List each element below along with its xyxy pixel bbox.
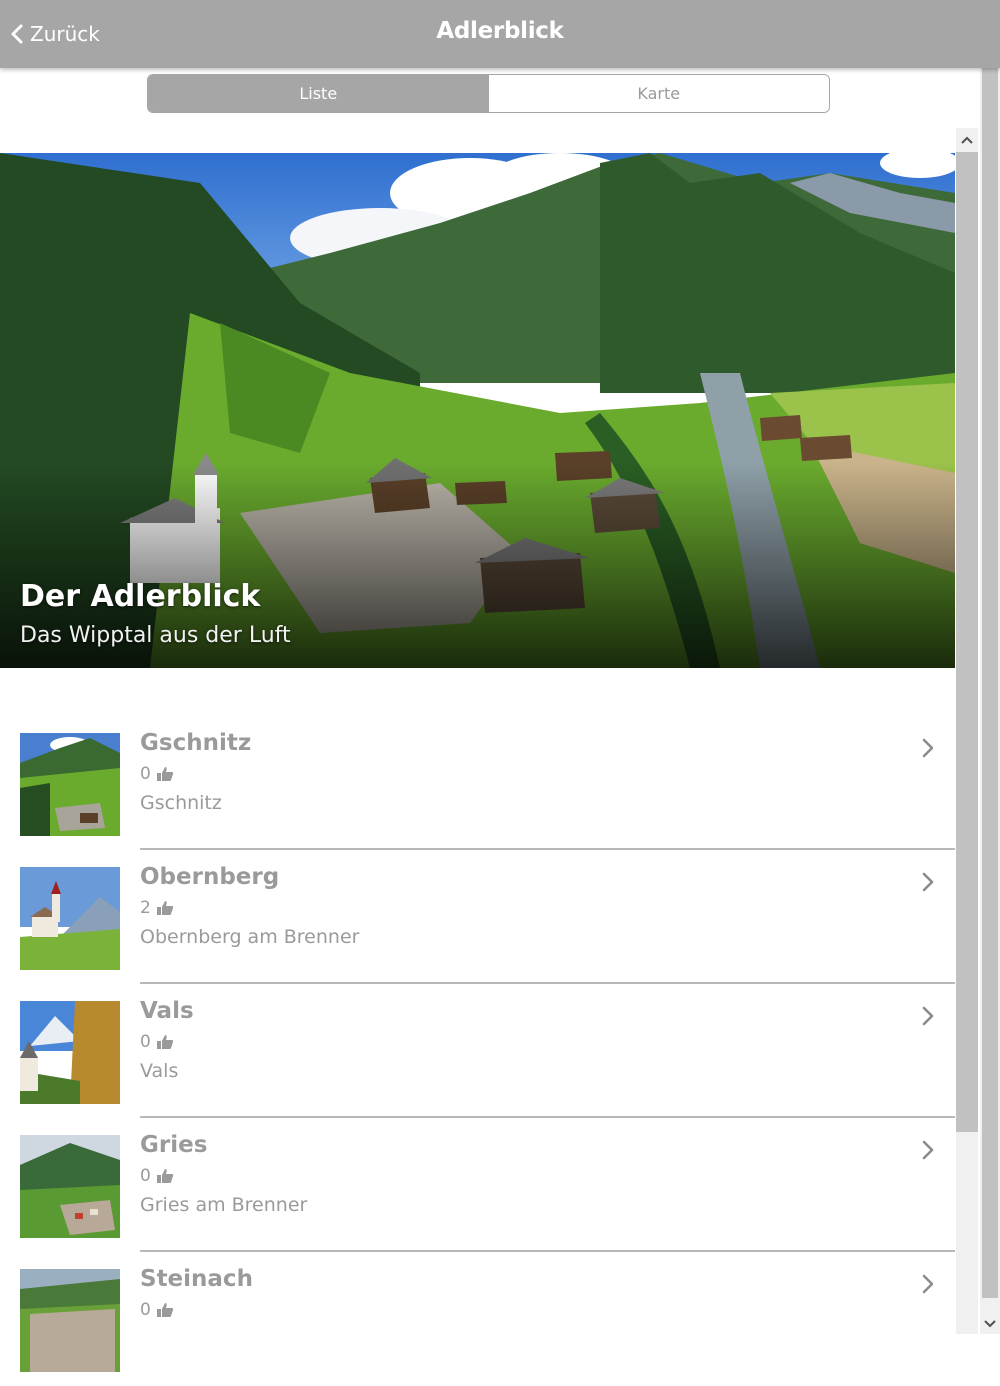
item-name: Gries xyxy=(140,1132,208,1158)
header-bar: Zurück Adlerblick xyxy=(0,0,1000,68)
chevron-right-icon xyxy=(922,1274,934,1294)
thumbnail-gschnitz xyxy=(20,733,120,836)
item-name: Steinach xyxy=(140,1266,253,1292)
item-place: Vals xyxy=(140,1060,179,1082)
thumbs-up-icon xyxy=(156,767,174,781)
chevron-down-icon xyxy=(984,1320,996,1328)
item-name: Gschnitz xyxy=(140,730,252,756)
like-count-value: 0 xyxy=(140,1032,151,1052)
item-place: Gschnitz xyxy=(140,792,222,814)
chevron-right-icon xyxy=(922,1140,934,1160)
item-place: Obernberg am Brenner xyxy=(140,926,360,948)
list-item-vals[interactable]: Vals 0 Vals xyxy=(0,984,955,1118)
like-count: 0 xyxy=(140,1032,174,1052)
thumbs-up-icon xyxy=(156,1303,174,1317)
thumbnail-steinach xyxy=(20,1269,120,1372)
like-count: 0 xyxy=(140,1300,174,1320)
chevron-right-icon xyxy=(922,1006,934,1026)
location-list: Gschnitz 0 Gschnitz Obernberg 2 Obernber… xyxy=(0,716,955,1386)
scroll-down-button[interactable] xyxy=(980,1314,1000,1334)
item-place: Gries am Brenner xyxy=(140,1194,308,1216)
tab-karte[interactable]: Karte xyxy=(488,75,829,112)
scrollbar-thumb[interactable] xyxy=(956,152,978,1132)
list-item-gschnitz[interactable]: Gschnitz 0 Gschnitz xyxy=(0,716,955,850)
like-count: 0 xyxy=(140,1166,174,1186)
page-scrollbar[interactable] xyxy=(980,68,1000,1334)
thumbnail-obernberg xyxy=(20,867,120,970)
thumbnail-vals xyxy=(20,1001,120,1104)
hero-banner[interactable]: Der Adlerblick Das Wipptal aus der Luft xyxy=(0,153,955,668)
item-name: Obernberg xyxy=(140,864,280,890)
view-switcher: Liste Karte xyxy=(147,74,830,113)
hero-title: Der Adlerblick xyxy=(20,579,261,614)
like-count-value: 0 xyxy=(140,1300,151,1320)
page-scrollbar-thumb[interactable] xyxy=(982,68,998,1298)
chevron-right-icon xyxy=(922,872,934,892)
list-item-steinach[interactable]: Steinach 0 xyxy=(0,1252,955,1386)
hero-subtitle: Das Wipptal aus der Luft xyxy=(20,623,291,648)
thumbs-up-icon xyxy=(156,1035,174,1049)
like-count: 0 xyxy=(140,764,174,784)
chevron-right-icon xyxy=(922,738,934,758)
thumbs-up-icon xyxy=(156,1169,174,1183)
chevron-up-icon xyxy=(961,136,973,144)
thumbs-up-icon xyxy=(156,901,174,915)
list-item-gries[interactable]: Gries 0 Gries am Brenner xyxy=(0,1118,955,1252)
list-scrollbar[interactable] xyxy=(956,128,978,1334)
like-count-value: 0 xyxy=(140,764,151,784)
like-count-value: 2 xyxy=(140,898,151,918)
list-item-obernberg[interactable]: Obernberg 2 Obernberg am Brenner xyxy=(0,850,955,984)
thumbnail-gries xyxy=(20,1135,120,1238)
tab-liste[interactable]: Liste xyxy=(148,75,489,112)
item-name: Vals xyxy=(140,998,194,1024)
like-count: 2 xyxy=(140,898,174,918)
like-count-value: 0 xyxy=(140,1166,151,1186)
page-title: Adlerblick xyxy=(436,18,564,44)
scroll-up-button[interactable] xyxy=(956,128,978,152)
